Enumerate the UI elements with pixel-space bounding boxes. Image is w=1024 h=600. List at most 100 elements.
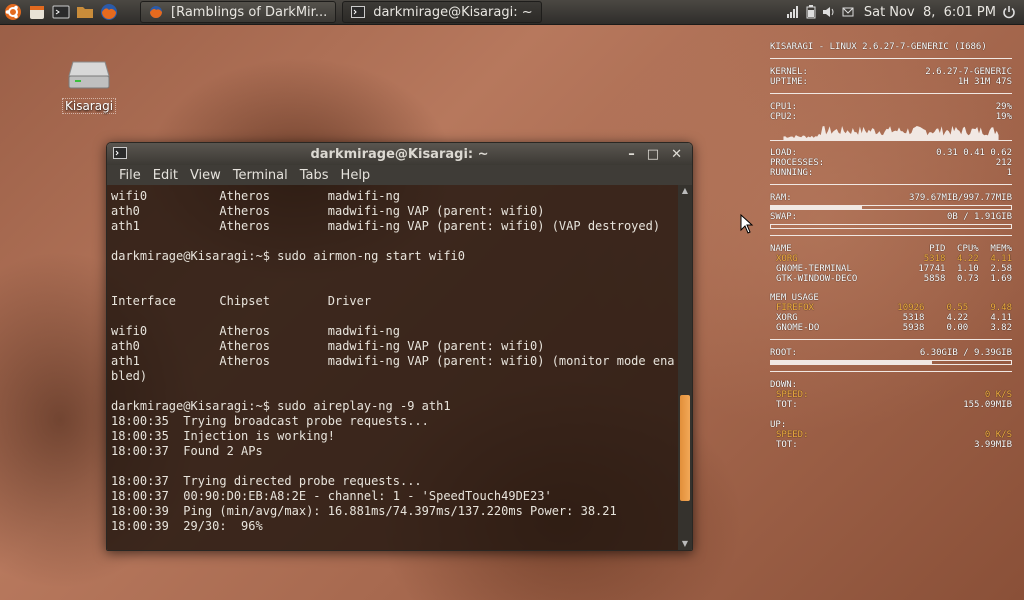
mouse-cursor-icon xyxy=(740,214,754,234)
vertical-scrollbar[interactable]: ▲ ▼ xyxy=(678,185,692,550)
terminal-launcher-icon[interactable] xyxy=(50,1,72,23)
network-signal-icon[interactable] xyxy=(786,5,800,19)
swap-bar xyxy=(770,224,1012,229)
col-name: NAME xyxy=(770,244,792,254)
table-row: XORG 5318 4.22 4.11 xyxy=(776,254,1012,264)
col-pid: PID xyxy=(929,244,946,254)
terminal-line: 18:00:39 Ping (min/avg/max): 16.881ms/74… xyxy=(111,504,617,518)
taskbar-item-label: darkmirage@Kisaragi: ~ xyxy=(373,4,533,20)
up-total-value: 3.99MIB xyxy=(974,440,1012,450)
swap-label: SWAP: xyxy=(770,212,798,222)
minimize-button[interactable]: – xyxy=(628,147,635,162)
load-label: LOAD: xyxy=(770,148,798,158)
up-speed-value: 0 K/S xyxy=(984,430,1012,440)
cpu2-value: 19% xyxy=(995,112,1012,122)
down-speed-label: SPEED: xyxy=(776,390,809,400)
down-speed-value: 0 K/S xyxy=(984,390,1012,400)
terminal-line: ath0 Atheros madwifi-ng VAP (parent: wif… xyxy=(111,339,545,353)
terminal-line: ath0 Atheros madwifi-ng VAP (parent: wif… xyxy=(111,204,545,218)
update-manager-icon[interactable] xyxy=(26,1,48,23)
kernel-label: KERNEL: xyxy=(770,67,808,77)
up-speed-label: SPEED: xyxy=(776,430,809,440)
col-cpu: CPU% xyxy=(957,244,979,254)
maximize-button[interactable]: □ xyxy=(647,147,659,162)
root-bar xyxy=(770,360,1012,365)
hard-drive-icon xyxy=(68,61,110,89)
menu-help[interactable]: Help xyxy=(341,168,371,183)
running-label: RUNNING: xyxy=(770,168,814,178)
load-value: 0.31 0.41 0.62 xyxy=(936,148,1012,158)
terminal-line: Interface Chipset Driver xyxy=(111,294,372,308)
volume-icon[interactable] xyxy=(822,5,836,19)
terminal-icon xyxy=(351,6,366,18)
swap-value: 0B / 1.91GIB xyxy=(946,212,1012,222)
close-button[interactable]: ✕ xyxy=(671,147,682,162)
ram-bar xyxy=(770,205,1012,210)
table-row: GTK-WINDOW-DECO 5858 0.73 1.69 xyxy=(776,274,1012,284)
firefox-launcher-icon[interactable] xyxy=(98,1,120,23)
down-total-label: TOT: xyxy=(776,400,798,410)
running-value: 1 xyxy=(1006,168,1012,178)
scroll-up-icon[interactable]: ▲ xyxy=(678,185,692,197)
terminal-line: ath1 Atheros madwifi-ng VAP (parent: wif… xyxy=(111,219,661,233)
menu-tabs[interactable]: Tabs xyxy=(300,168,329,183)
power-icon[interactable] xyxy=(1002,5,1016,19)
mail-indicator-icon[interactable] xyxy=(842,5,854,19)
mem-process-table: FIREFOX 10926 0.55 9.48 XORG 5318 4.22 4.11 GN… xyxy=(770,303,1012,333)
uptime-label: UPTIME: xyxy=(770,77,808,87)
terminal-window[interactable]: darkmirage@Kisaragi: ~ – □ ✕ File Edit V… xyxy=(106,142,693,551)
ram-value: 379.67MIB/997.77MIB xyxy=(909,193,1012,203)
menu-view[interactable]: View xyxy=(190,168,221,183)
menu-terminal[interactable]: Terminal xyxy=(233,168,288,183)
terminal-line: bled) xyxy=(111,369,148,383)
top-panel: [Ramblings of DarkMir... darkmirage@Kisa… xyxy=(0,0,1024,25)
clock[interactable]: Sat Nov 8, 6:01 PM xyxy=(864,5,996,20)
firefox-icon xyxy=(150,6,162,18)
terminal-line: wifi0 Atheros madwifi-ng xyxy=(111,324,400,338)
menu-edit[interactable]: Edit xyxy=(153,168,178,183)
conky-header: KISARAGI - LINUX 2.6.27-7-GENERIC (I686) xyxy=(770,42,987,52)
scrollbar-thumb[interactable] xyxy=(680,395,690,501)
cpu1-value: 29% xyxy=(995,102,1012,112)
battery-icon[interactable] xyxy=(806,5,816,19)
folder-icon[interactable] xyxy=(74,1,96,23)
terminal-line: 18:00:35 Injection is working! xyxy=(111,429,335,443)
terminal-line: 18:00:37 Trying directed probe requests.… xyxy=(111,474,422,488)
ram-label: RAM: xyxy=(770,193,792,203)
up-total-label: TOT: xyxy=(776,440,798,450)
processes-label: PROCESSES: xyxy=(770,158,825,168)
up-label: UP: xyxy=(770,420,787,430)
terminal-line: ath1 Atheros madwifi-ng VAP (parent: wif… xyxy=(111,354,675,368)
table-row: GNOME-TERMINAL 17741 1.10 2.58 xyxy=(776,264,1012,274)
table-row: GNOME-DO 5938 0.00 3.82 xyxy=(776,323,1012,333)
terminal-line: 18:00:37 Found 2 APs xyxy=(111,444,263,458)
mem-usage-title: MEM USAGE xyxy=(770,293,819,303)
terminal-line: wifi0 Atheros madwifi-ng xyxy=(111,189,400,203)
window-titlebar[interactable]: darkmirage@Kisaragi: ~ – □ ✕ xyxy=(107,143,692,165)
root-label: ROOT: xyxy=(770,348,798,358)
desktop-drive-icon[interactable]: Kisaragi xyxy=(62,52,116,114)
root-value: 6.30GIB / 9.39GIB xyxy=(919,348,1012,358)
menu-bar: File Edit View Terminal Tabs Help xyxy=(107,165,692,185)
taskbar-item-firefox[interactable]: [Ramblings of DarkMir... xyxy=(140,1,337,23)
menu-file[interactable]: File xyxy=(119,168,141,183)
terminal-output[interactable]: wifi0 Atheros madwifi-ng ath0 Atheros mad… xyxy=(107,185,678,550)
conky-monitor: KISARAGI - LINUX 2.6.27-7-GENERIC (I686)… xyxy=(770,42,1012,450)
taskbar-item-terminal[interactable]: darkmirage@Kisaragi: ~ xyxy=(342,1,542,23)
terminal-line: darkmirage@Kisaragi:~$ sudo aireplay-ng … xyxy=(111,399,451,413)
window-title: darkmirage@Kisaragi: ~ xyxy=(310,146,489,162)
terminal-line: 18:00:39 29/30: 96% xyxy=(111,519,263,533)
down-total-value: 155.09MIB xyxy=(963,400,1012,410)
ubuntu-menu-icon[interactable] xyxy=(2,1,24,23)
cpu-graph xyxy=(770,124,1012,141)
cpu-process-table: NAME PID CPU% MEM% XORG 5318 4.22 4.11 GNOM… xyxy=(770,244,1012,284)
scroll-down-icon[interactable]: ▼ xyxy=(678,538,692,550)
uptime-value: 1H 31M 47S xyxy=(957,77,1012,87)
system-tray: Sat Nov 8, 6:01 PM xyxy=(786,0,1016,24)
